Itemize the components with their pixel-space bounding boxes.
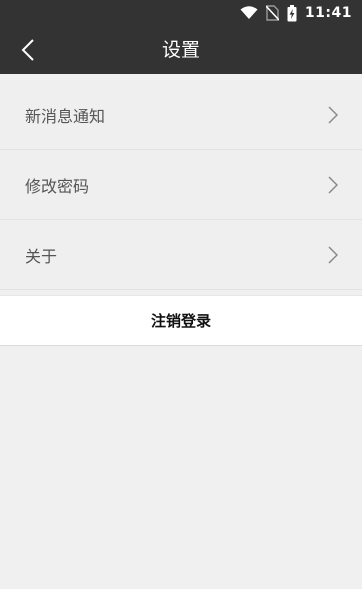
status-bar: 11:41 (0, 0, 362, 26)
chevron-right-icon (324, 245, 342, 264)
settings-list: 新消息通知 修改密码 关于 (0, 80, 362, 290)
page-title: 设置 (161, 39, 200, 61)
status-time: 11:41 (304, 5, 352, 21)
title-bar: 设置 (0, 26, 362, 74)
settings-item-label: 关于 (25, 246, 58, 266)
settings-item-label: 新消息通知 (25, 106, 106, 126)
battery-charging-icon (287, 4, 297, 22)
wifi-icon (240, 6, 258, 20)
settings-item-about[interactable]: 关于 (0, 220, 362, 290)
settings-screen: 11:41 设置 新消息通知 修改密码 关于 注销登录 (0, 0, 362, 589)
chevron-right-icon (324, 175, 342, 194)
settings-item-change-password[interactable]: 修改密码 (0, 150, 362, 220)
settings-item-label: 修改密码 (25, 176, 90, 196)
no-sim-icon (265, 5, 279, 21)
logout-button[interactable]: 注销登录 (0, 295, 362, 346)
settings-item-new-message-notification[interactable]: 新消息通知 (0, 80, 362, 150)
chevron-right-icon (324, 105, 342, 124)
